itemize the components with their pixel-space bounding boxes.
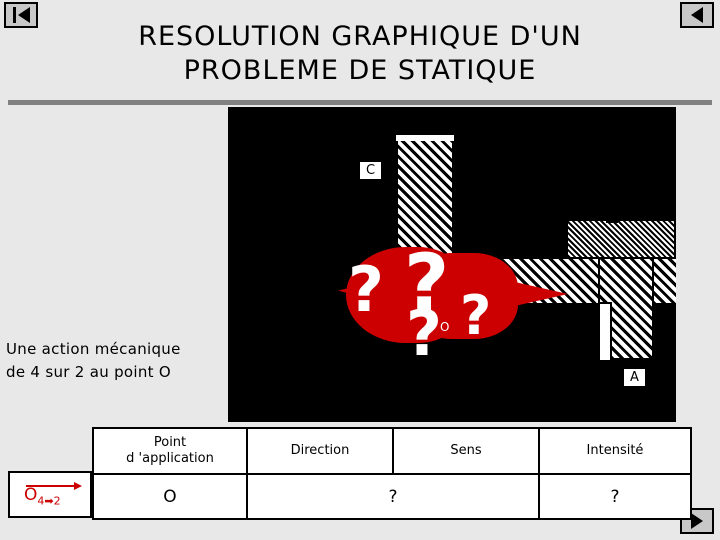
label-o: O xyxy=(440,320,450,334)
first-slide-button[interactable] xyxy=(4,2,38,28)
pad-left xyxy=(598,302,612,362)
triangle-left-icon xyxy=(691,7,703,23)
title-divider xyxy=(8,100,712,105)
label-a: A xyxy=(624,369,645,386)
header-point-line2: d 'application xyxy=(126,451,214,466)
page-title: RESOLUTION GRAPHIQUE D'UN PROBLEME DE ST… xyxy=(60,20,660,88)
page-title-line2: PROBLEME DE STATIQUE xyxy=(183,54,537,86)
header-direction: Direction xyxy=(246,427,394,475)
hatched-block-top-right xyxy=(566,219,676,259)
vector-label: O4➡2 xyxy=(24,485,61,507)
table-header-row: Point d 'application Direction Sens Inte… xyxy=(92,427,692,475)
caption-line1: Une action mécanique xyxy=(6,340,181,358)
header-sens: Sens xyxy=(392,427,540,475)
question-mark-4: ? xyxy=(460,284,492,347)
stud-top-right xyxy=(606,203,618,223)
header-point-application: Point d 'application xyxy=(92,427,248,475)
cell-direction: ? xyxy=(246,473,540,520)
page-title-line1: RESOLUTION GRAPHIQUE D'UN xyxy=(138,21,582,52)
vector-cell: O4➡2 xyxy=(8,471,92,518)
triangle-right-icon xyxy=(691,513,703,529)
cell-point: O xyxy=(92,473,248,520)
header-intensite: Intensité xyxy=(538,427,692,475)
triangle-left-icon xyxy=(17,7,30,23)
vector-label-sub: 4➡2 xyxy=(37,494,61,508)
action-table: Point d 'application Direction Sens Inte… xyxy=(92,427,692,520)
label-c: C xyxy=(360,162,382,179)
question-mark-1: ? xyxy=(348,253,384,326)
caption: Une action mécanique de 4 sur 2 au point… xyxy=(6,338,226,383)
caption-line2: de 4 sur 2 au point O xyxy=(6,362,171,381)
previous-slide-button[interactable] xyxy=(680,2,714,28)
bar-glyph xyxy=(12,7,16,23)
table-row: O ? ? xyxy=(92,473,692,520)
vector-label-main: O xyxy=(24,485,38,505)
cell-intensite: ? xyxy=(538,473,692,520)
column-cap xyxy=(396,135,454,141)
slide: RESOLUTION GRAPHIQUE D'UN PROBLEME DE ST… xyxy=(0,0,720,540)
mechanism-illustration: C A ? ? ? ? O xyxy=(228,107,676,422)
header-point-line1: Point xyxy=(153,435,187,451)
